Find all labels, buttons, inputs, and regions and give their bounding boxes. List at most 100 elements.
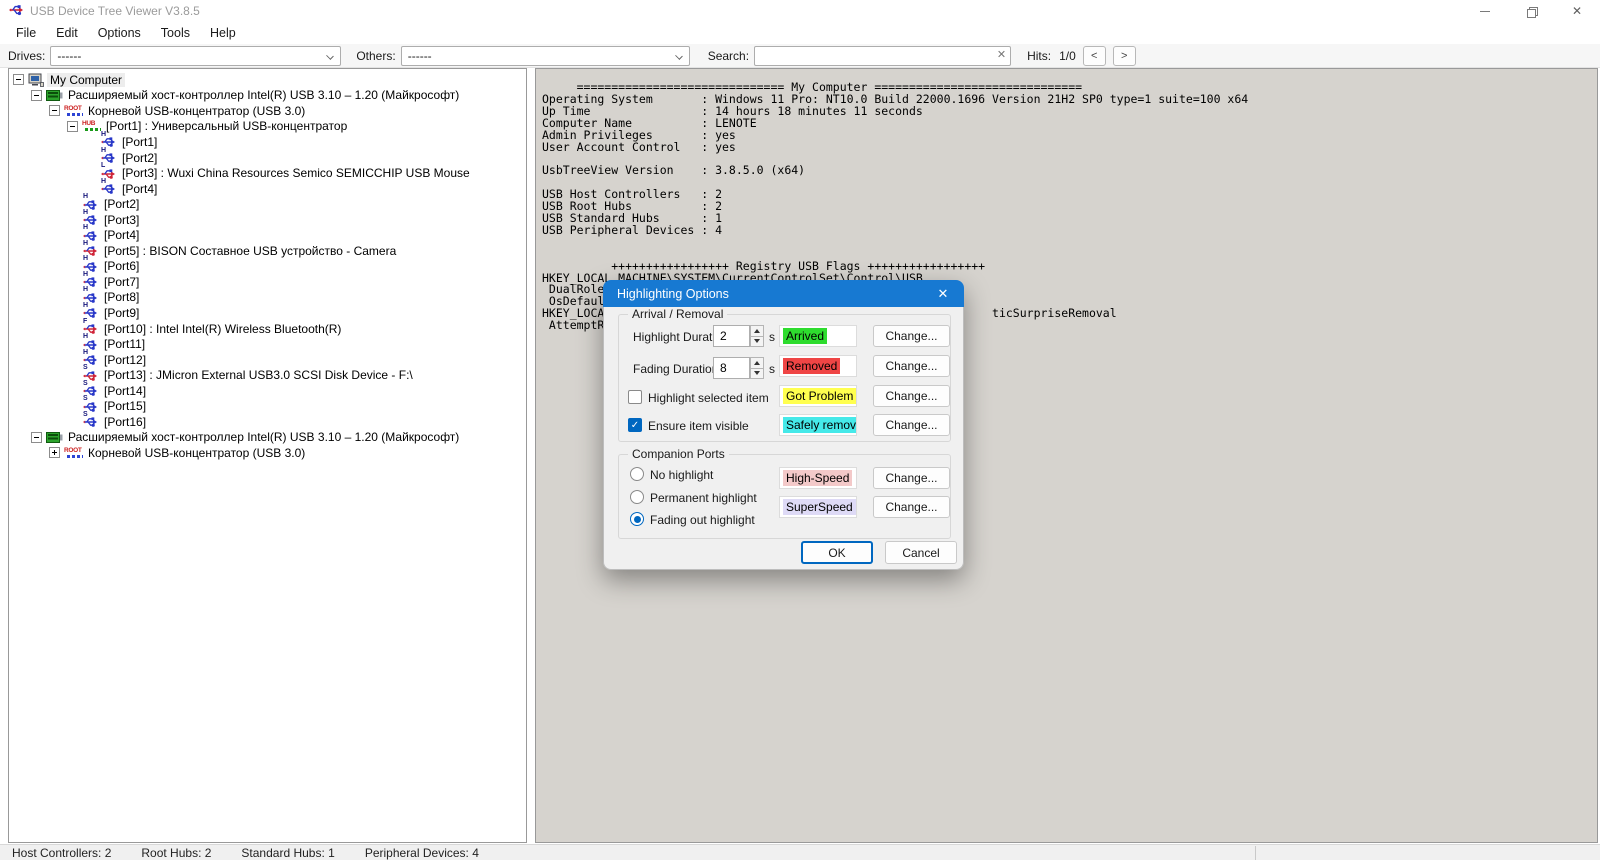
change-safely-removed-button[interactable]: Change...: [873, 414, 950, 436]
change-superspeed-button[interactable]: Change...: [873, 496, 950, 518]
ensure-visible-checkbox[interactable]: ✓: [628, 418, 642, 432]
port-speed-letter: H: [83, 348, 89, 356]
expand-toggle-icon[interactable]: [49, 447, 60, 459]
restore-button[interactable]: [1508, 0, 1554, 22]
others-label: Others:: [356, 48, 396, 63]
tree-item[interactable]: Расширяемый хост-контроллер Intel(R) USB…: [9, 430, 526, 446]
fading-out-highlight-radio[interactable]: [630, 512, 644, 526]
tree-item[interactable]: S [Port16]: [9, 411, 526, 430]
fading-out-highlight-label[interactable]: Fading out highlight: [650, 513, 755, 527]
fading-duration-input[interactable]: 8: [713, 357, 750, 379]
chevron-down-icon: [674, 51, 683, 60]
port-speed-letter: L: [101, 162, 106, 170]
spin-down-icon[interactable]: [750, 335, 764, 347]
tree-item-label: [Port6]: [104, 259, 140, 274]
highlight-duration-input[interactable]: 2: [713, 325, 750, 347]
change-high-speed-button[interactable]: Change...: [873, 467, 950, 489]
ensure-visible-label[interactable]: Ensure item visible: [648, 419, 749, 433]
device-tree[interactable]: My Computer Расширяемый хост-контроллер …: [8, 68, 527, 843]
dialog-close-button[interactable]: ✕: [922, 280, 964, 307]
collapse-toggle-icon[interactable]: [49, 105, 60, 117]
status-peripheral-devices: Peripheral Devices: 4: [364, 845, 479, 860]
tree-item-label: [Port10] : Intel Intel(R) Wireless Bluet…: [104, 321, 342, 336]
status-host-controllers: Host Controllers: 2: [12, 845, 112, 860]
host-controller-icon: [46, 430, 65, 444]
menu-help[interactable]: Help: [200, 24, 246, 42]
no-highlight-radio[interactable]: [630, 467, 644, 481]
dialog-titlebar[interactable]: Highlighting Options ✕: [603, 280, 964, 307]
minimize-button[interactable]: [1462, 0, 1508, 22]
port-speed-letter: H: [83, 270, 89, 278]
tree-item-label: [Port8]: [104, 290, 140, 305]
tree-item[interactable]: ROOT Корневой USB-концентратор (USB 3.0): [9, 445, 526, 461]
highlight-selected-checkbox[interactable]: [628, 390, 642, 404]
others-combobox[interactable]: ------: [400, 45, 690, 66]
menu-edit[interactable]: Edit: [46, 24, 88, 42]
menu-tools[interactable]: Tools: [151, 24, 200, 42]
status-standard-hubs: Standard Hubs: 1: [241, 845, 335, 860]
tree-item-label: Расширяемый хост-контроллер Intel(R) USB…: [68, 430, 460, 445]
highlight-selected-label[interactable]: Highlight selected item: [648, 391, 769, 405]
tree-item-label: [Port9]: [104, 305, 140, 320]
chevron-down-icon: [326, 51, 335, 60]
companion-ports-group-label: Companion Ports: [628, 447, 729, 461]
high-speed-sample-chip: High-Speed: [783, 470, 853, 486]
tree-item[interactable]: HUB [Port1] : Универсальный USB-концентр…: [9, 119, 526, 135]
spin-down-icon[interactable]: [750, 367, 764, 379]
collapse-toggle-icon[interactable]: [31, 431, 42, 443]
toolbar: Drives: ------ Others: ------ Search: ✕ …: [0, 44, 1600, 68]
close-button[interactable]: ✕: [1554, 0, 1600, 22]
port-speed-letter: S: [83, 364, 88, 372]
change-removed-button[interactable]: Change...: [873, 355, 950, 377]
window-title: USB Device Tree Viewer V3.8.5: [30, 4, 200, 18]
tree-item[interactable]: L [Port3] : Wuxi China Resources Semico …: [9, 162, 526, 181]
collapse-toggle-icon[interactable]: [13, 74, 24, 86]
port-speed-letter: S: [83, 379, 88, 387]
got-problem-sample: Got Problem: [779, 385, 857, 407]
status-root-hubs: Root Hubs: 2: [141, 845, 212, 860]
search-prev-button[interactable]: <: [1082, 45, 1106, 66]
tree-item[interactable]: H [Port1]: [9, 131, 526, 150]
computer-icon: [28, 73, 47, 87]
menu-file[interactable]: File: [6, 24, 46, 42]
arrived-sample: Arrived: [779, 325, 857, 347]
collapse-toggle-icon[interactable]: [67, 120, 78, 132]
tree-item-label: [Port11]: [104, 337, 146, 352]
port-speed-letter: S: [83, 395, 88, 403]
tree-item[interactable]: Расширяемый хост-контроллер Intel(R) USB…: [9, 88, 526, 104]
tree-item-label: [Port2]: [122, 150, 158, 165]
drives-value: ------: [57, 48, 82, 63]
tree-item[interactable]: H [Port2]: [9, 147, 526, 166]
menu-options[interactable]: Options: [88, 24, 151, 42]
tree-item[interactable]: ROOT Корневой USB-концентратор (USB 3.0): [9, 103, 526, 119]
window-titlebar: USB Device Tree Viewer V3.8.5 ✕: [0, 0, 1600, 22]
ok-button[interactable]: OK: [801, 541, 873, 564]
statusbar: Host Controllers: 2 Root Hubs: 2 Standar…: [0, 844, 1600, 860]
fading-duration-stepper[interactable]: [750, 357, 764, 379]
permanent-highlight-radio[interactable]: [630, 490, 644, 504]
spin-up-icon[interactable]: [750, 357, 764, 368]
port-speed-letter: H: [83, 255, 89, 263]
permanent-highlight-label[interactable]: Permanent highlight: [650, 491, 757, 505]
spin-up-icon[interactable]: [750, 325, 764, 336]
collapse-toggle-icon[interactable]: [31, 89, 42, 101]
hits-label: Hits:: [1027, 48, 1052, 63]
tree-item[interactable]: My Computer: [9, 72, 526, 88]
tree-item-label: [Port13] : JMicron External USB3.0 SCSI …: [104, 368, 413, 383]
menubar: File Edit Options Tools Help: [0, 22, 1600, 44]
tree-item-label: Корневой USB-концентратор (USB 3.0): [88, 445, 306, 460]
port-speed-letter: H: [83, 239, 89, 247]
highlight-duration-stepper[interactable]: [750, 325, 764, 347]
dialog-title: Highlighting Options: [617, 286, 729, 301]
search-next-button[interactable]: >: [1112, 45, 1136, 66]
clear-search-icon[interactable]: ✕: [997, 48, 1006, 61]
search-input[interactable]: [754, 45, 1012, 66]
root-hub-icon: ROOT: [64, 104, 85, 118]
change-got-problem-button[interactable]: Change...: [873, 385, 950, 407]
drives-label: Drives:: [8, 48, 46, 63]
change-arrived-button[interactable]: Change...: [873, 325, 950, 347]
drives-combobox[interactable]: ------: [50, 45, 342, 66]
usb-port-icon: H: [100, 178, 119, 196]
cancel-button[interactable]: Cancel: [885, 541, 957, 564]
no-highlight-label[interactable]: No highlight: [650, 468, 713, 482]
